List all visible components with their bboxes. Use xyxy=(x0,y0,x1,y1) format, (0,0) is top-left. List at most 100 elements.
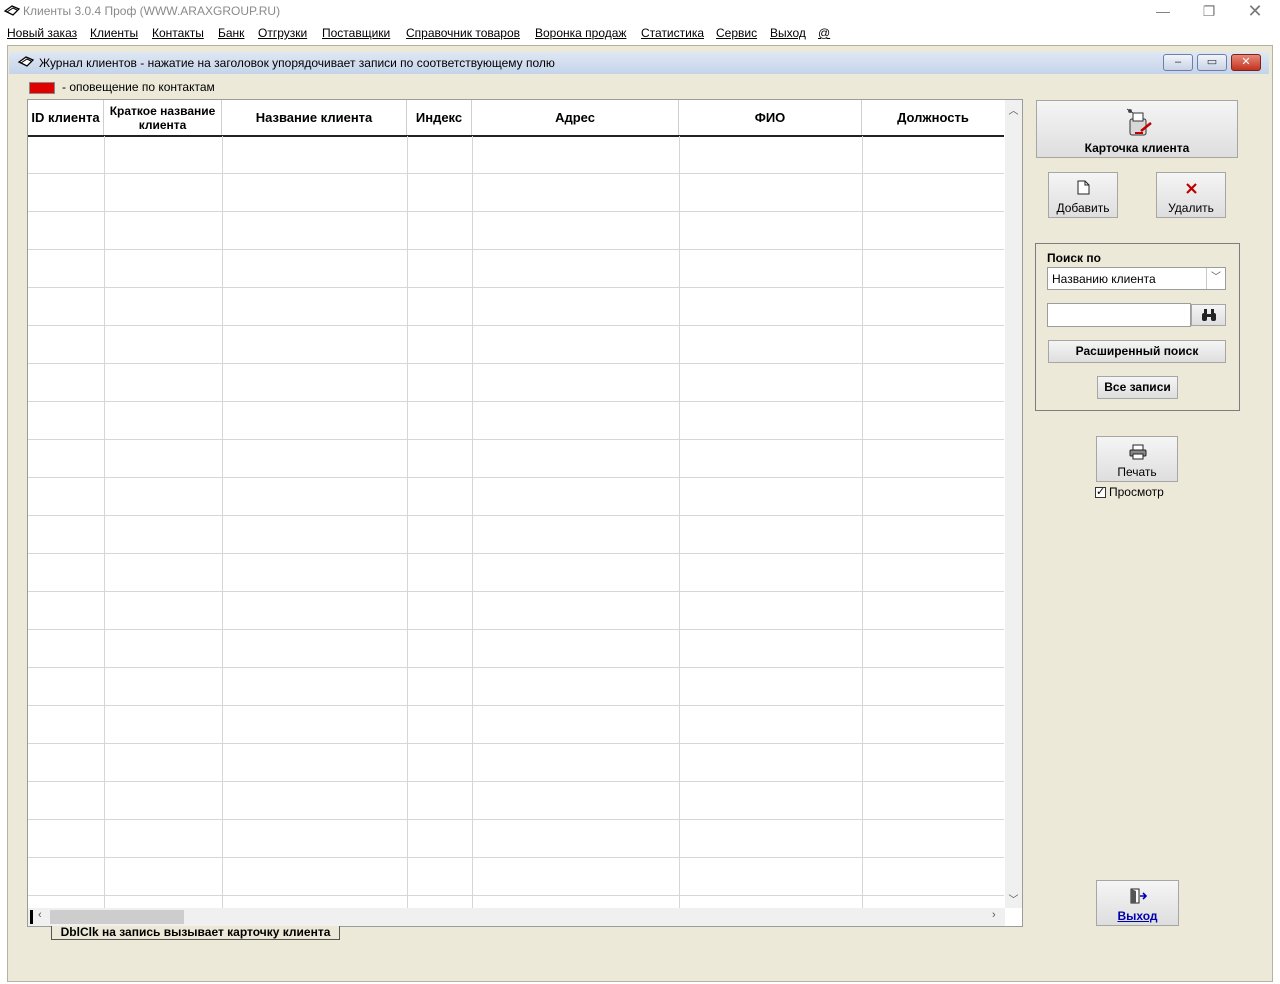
table-row[interactable] xyxy=(28,820,1004,858)
vertical-scrollbar[interactable]: ︿ ﹀ xyxy=(1005,100,1022,908)
column-separator xyxy=(472,136,473,908)
menu-bar: Новый заказ Клиенты Контакты Банк Отгруз… xyxy=(0,24,1280,44)
column-header-position[interactable]: Должность xyxy=(862,100,1004,135)
menu-contacts[interactable]: Контакты xyxy=(152,26,204,40)
table-row[interactable] xyxy=(28,478,1004,516)
delete-label: Удалить xyxy=(1168,201,1214,215)
advanced-search-button[interactable]: Расширенный поиск xyxy=(1048,340,1226,363)
column-header-address[interactable]: Адрес xyxy=(472,100,679,135)
red-x-icon xyxy=(1186,183,1197,194)
column-header-index[interactable]: Индекс xyxy=(407,100,472,135)
menu-service[interactable]: Сервис xyxy=(716,26,757,40)
client-card-button[interactable]: Карточка клиента xyxy=(1036,100,1238,158)
table-row[interactable] xyxy=(28,174,1004,212)
exit-door-icon xyxy=(1130,888,1147,904)
binoculars-icon xyxy=(1202,309,1216,321)
table-row[interactable] xyxy=(28,212,1004,250)
table-row[interactable] xyxy=(28,516,1004,554)
menu-products[interactable]: Справочник товаров xyxy=(406,26,520,40)
menu-email[interactable]: @ xyxy=(818,26,830,40)
preview-checkbox[interactable] xyxy=(1095,485,1106,498)
find-button[interactable] xyxy=(1191,304,1226,326)
child-close-button[interactable]: ✕ xyxy=(1231,54,1261,71)
table-row[interactable] xyxy=(28,858,1004,896)
all-records-button[interactable]: Все записи xyxy=(1097,376,1178,399)
menu-new-order[interactable]: Новый заказ xyxy=(7,26,77,40)
menu-exit[interactable]: Выход xyxy=(770,26,806,40)
dblclick-hint: DblClk на запись вызывает карточку клиен… xyxy=(51,926,340,940)
table-row[interactable] xyxy=(28,288,1004,326)
column-separator xyxy=(862,136,863,908)
delete-button[interactable]: Удалить xyxy=(1156,172,1226,218)
exit-button[interactable]: Выход xyxy=(1096,880,1179,926)
legend-text: - оповещение по контактам xyxy=(62,80,215,94)
column-separator xyxy=(407,136,408,908)
exit-label: Выход xyxy=(1117,909,1158,923)
table-row[interactable] xyxy=(28,402,1004,440)
menu-suppliers[interactable]: Поставщики xyxy=(322,26,390,40)
child-restore-button[interactable]: ▭ xyxy=(1197,54,1227,71)
search-input[interactable] xyxy=(1047,303,1191,327)
current-row-marker xyxy=(30,910,33,924)
minimize-button[interactable]: — xyxy=(1140,0,1186,24)
search-label: Поиск по xyxy=(1047,251,1101,265)
chevron-down-icon[interactable]: ﹀ xyxy=(1206,268,1225,289)
grid-header: ID клиента Краткое название клиента Назв… xyxy=(28,100,1004,137)
column-header-client-name[interactable]: Название клиента xyxy=(222,100,407,135)
table-row[interactable] xyxy=(28,744,1004,782)
contact-alert-swatch xyxy=(29,82,55,94)
search-field-select[interactable]: Названию клиента ﹀ xyxy=(1047,267,1226,290)
column-header-short-name[interactable]: Краткое название клиента xyxy=(104,100,222,135)
menu-statistics[interactable]: Статистика xyxy=(641,26,704,40)
print-label: Печать xyxy=(1117,465,1157,479)
clients-grid[interactable]: ID клиента Краткое название клиента Назв… xyxy=(27,99,1023,927)
grid-body[interactable] xyxy=(28,136,1004,908)
window-title: Клиенты 3.0.4 Проф (WWW.ARAXGROUP.RU) xyxy=(23,4,281,18)
user-card-icon xyxy=(1126,108,1152,136)
child-window-title-bar: Журнал клиентов - нажатие на заголовок у… xyxy=(9,52,1269,74)
table-row[interactable] xyxy=(28,136,1004,174)
scroll-left-icon[interactable]: ‹ xyxy=(38,909,42,921)
menu-shipments[interactable]: Отгрузки xyxy=(258,26,307,40)
printer-icon xyxy=(1129,444,1147,460)
menu-clients[interactable]: Клиенты xyxy=(90,26,138,40)
search-field-value: Названию клиента xyxy=(1052,272,1156,286)
table-row[interactable] xyxy=(28,706,1004,744)
table-row[interactable] xyxy=(28,630,1004,668)
print-button[interactable]: Печать xyxy=(1096,436,1178,482)
close-button[interactable]: ✕ xyxy=(1232,0,1278,24)
scroll-up-icon[interactable]: ︿ xyxy=(1005,102,1022,117)
table-row[interactable] xyxy=(28,250,1004,288)
preview-checkbox-row[interactable]: Просмотр xyxy=(1095,485,1164,499)
client-card-label: Карточка клиента xyxy=(1084,141,1190,155)
stamp-icon xyxy=(17,56,35,67)
title-bar: Клиенты 3.0.4 Проф (WWW.ARAXGROUP.RU) — … xyxy=(0,0,1280,24)
table-row[interactable] xyxy=(28,440,1004,478)
column-separator xyxy=(104,136,105,908)
column-separator xyxy=(222,136,223,908)
table-row[interactable] xyxy=(28,326,1004,364)
scroll-right-icon[interactable]: › xyxy=(992,909,996,921)
add-button[interactable]: Добавить xyxy=(1048,172,1118,218)
column-header-fio[interactable]: ФИО xyxy=(679,100,862,135)
child-window-title: Журнал клиентов - нажатие на заголовок у… xyxy=(39,56,555,70)
table-row[interactable] xyxy=(28,668,1004,706)
scroll-down-icon[interactable]: ﹀ xyxy=(1005,891,1022,906)
menu-bank[interactable]: Банк xyxy=(218,26,244,40)
preview-label: Просмотр xyxy=(1109,485,1164,499)
table-row[interactable] xyxy=(28,896,1004,908)
column-header-id[interactable]: ID клиента xyxy=(28,100,104,135)
table-row[interactable] xyxy=(28,364,1004,402)
add-label: Добавить xyxy=(1056,201,1110,215)
menu-sales-funnel[interactable]: Воронка продаж xyxy=(535,26,626,40)
child-minimize-button[interactable]: – xyxy=(1163,54,1193,71)
stamp-icon xyxy=(3,5,21,16)
horizontal-scroll-thumb[interactable] xyxy=(50,910,184,924)
horizontal-scrollbar[interactable]: ‹ › xyxy=(28,908,1005,926)
table-row[interactable] xyxy=(28,782,1004,820)
maximize-button[interactable]: ❐ xyxy=(1186,0,1232,24)
table-row[interactable] xyxy=(28,592,1004,630)
new-document-icon xyxy=(1077,180,1090,195)
column-separator xyxy=(679,136,680,908)
table-row[interactable] xyxy=(28,554,1004,592)
